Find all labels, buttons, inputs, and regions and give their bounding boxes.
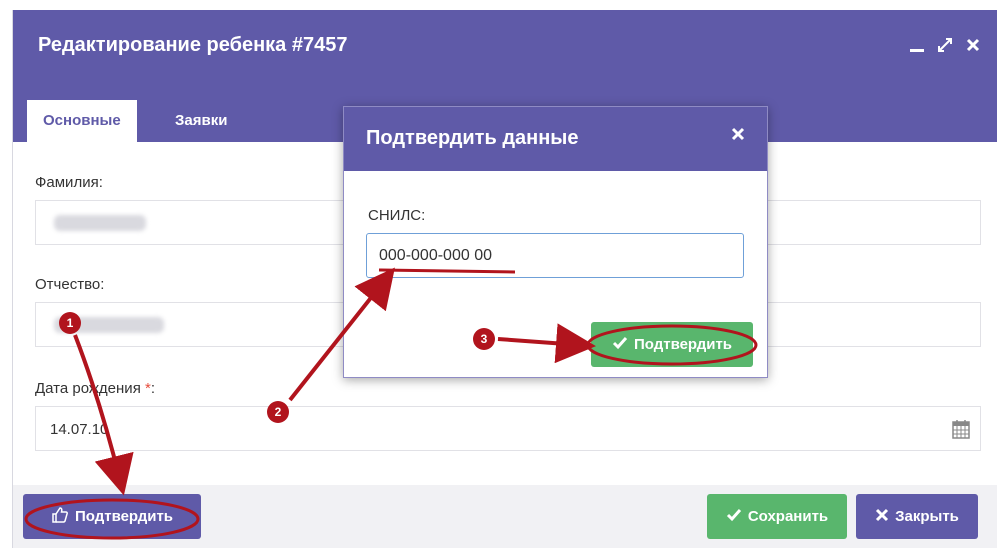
step-badge-3: 3 <box>473 328 495 350</box>
thumbs-up-icon <box>51 506 69 528</box>
modal-close-icon[interactable] <box>731 127 745 146</box>
minimize-icon[interactable] <box>908 36 926 54</box>
confirm-data-modal: Подтвердить данные СНИЛС: Подтвердить <box>343 106 768 378</box>
step-badge-1: 1 <box>59 312 81 334</box>
birthdate-value: 14.07.10 <box>50 421 109 438</box>
tab-main[interactable]: Основные <box>27 100 137 142</box>
confirm-button-label: Подтвердить <box>74 508 174 525</box>
step-badge-2: 2 <box>267 401 289 423</box>
expand-icon[interactable] <box>936 36 954 54</box>
snils-label: СНИЛС: <box>368 207 426 224</box>
save-button-label: Сохранить <box>747 508 829 525</box>
snils-input[interactable] <box>366 233 744 278</box>
birthdate-label-text: Дата рождения <box>35 380 141 397</box>
close-icon[interactable] <box>964 36 982 54</box>
check-icon <box>726 508 742 526</box>
surname-value-blurred <box>54 215 146 231</box>
window-header: Редактирование ребенка #7457 <box>13 10 997 84</box>
calendar-icon[interactable] <box>952 419 970 444</box>
tab-applications[interactable]: Заявки <box>159 100 243 142</box>
modal-header: Подтвердить данные <box>344 107 767 171</box>
modal-title: Подтвердить данные <box>366 127 579 149</box>
close-button-label: Закрыть <box>895 508 959 525</box>
surname-label: Фамилия: <box>35 174 103 191</box>
birthdate-label-colon: : <box>150 380 156 397</box>
save-button[interactable]: Сохранить <box>707 494 847 539</box>
window-footer: Подтвердить Сохранить Закрыть <box>13 485 997 548</box>
close-x-icon <box>875 508 889 526</box>
modal-confirm-button[interactable]: Подтвердить <box>591 322 753 367</box>
birthdate-label: Дата рождения *: <box>35 380 155 397</box>
birthdate-field[interactable]: 14.07.10 <box>35 406 981 451</box>
close-button[interactable]: Закрыть <box>856 494 978 539</box>
confirm-button[interactable]: Подтвердить <box>23 494 201 539</box>
modal-check-icon <box>612 336 628 354</box>
window-controls <box>908 36 982 54</box>
patronymic-label: Отчество: <box>35 276 105 293</box>
window-title: Редактирование ребенка #7457 <box>38 34 348 56</box>
modal-confirm-label: Подтвердить <box>633 336 733 353</box>
